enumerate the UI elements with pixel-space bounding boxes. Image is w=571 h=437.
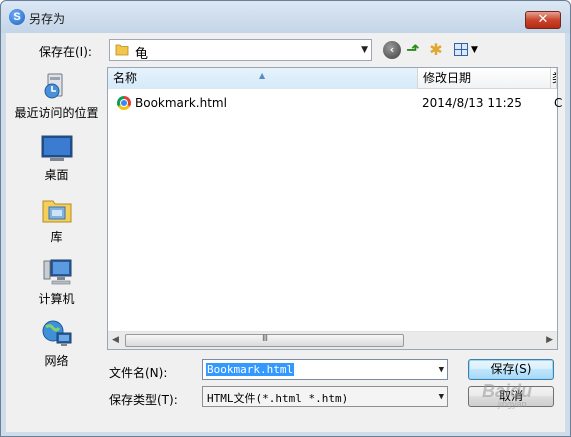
save-in-label: 保存在(I): [39,45,92,59]
save-button[interactable]: 保存(S) [468,359,554,380]
file-type-cell: C [554,96,563,110]
filetype-label: 保存类型(T): [109,393,178,407]
place-libraries[interactable]: 库 [9,195,104,245]
place-label: 库 [50,230,63,244]
save-in-combo[interactable]: 龟 ▼ [109,39,372,62]
computer-icon [40,257,74,287]
recent-places-icon [40,71,74,101]
column-header-modified[interactable]: 修改日期 [418,68,551,89]
window-title: 另存为 [29,12,66,26]
place-recent[interactable]: 最近访问的位置 [9,71,104,121]
filename-label: 文件名(N): [109,366,168,380]
scroll-right-icon[interactable]: ▶ [546,335,553,345]
scroll-left-icon[interactable]: ◀ [112,335,119,345]
chevron-down-icon: ▼ [471,45,478,55]
column-header-label: 类 [552,71,556,85]
desktop-icon [40,133,74,163]
sort-ascending-icon: ▲ [259,71,266,80]
file-row[interactable]: Bookmark.html 2014/8/13 11:25 C [108,93,562,113]
network-icon [40,319,74,349]
place-label: 网络 [44,354,69,368]
file-name: Bookmark.html [135,96,227,110]
filetype-select[interactable]: HTML文件(*.html *.htm) ▼ [202,386,448,407]
filename-value: Bookmark.html [206,363,295,376]
place-computer[interactable]: 计算机 [9,257,104,307]
column-header-label: 修改日期 [423,71,472,85]
place-label: 最近访问的位置 [14,106,99,120]
view-grid-icon [454,43,468,56]
file-list[interactable]: ▲ 名称 修改日期 类 Bookmark.html 2014/8/13 11:2… [107,67,562,350]
column-header-label: 名称 [113,71,138,85]
close-button[interactable]: ✕ [525,11,561,29]
new-folder-icon[interactable]: ✱ [427,41,445,59]
current-folder-name: 龟 [135,47,149,62]
chrome-icon [117,96,131,110]
chevron-down-icon[interactable]: ▼ [361,45,368,55]
save-as-dialog: S 另存为 ✕ 保存在(I): 龟 ▼ ‹ ⬏ ✱ ▼ 最近访问的位置 桌面 库… [0,0,571,437]
folder-icon [115,44,129,56]
libraries-icon [40,195,74,225]
app-logo-icon: S [9,9,25,25]
column-headers: ▲ 名称 修改日期 类 [108,68,557,89]
places-bar: 最近访问的位置 桌面 库 计算机 网络 [9,67,104,377]
file-modified-date: 2014/8/13 11:25 [422,96,522,110]
filetype-value: HTML文件(*.html *.htm) [207,392,349,405]
view-menu-icon[interactable]: ▼ [452,41,482,59]
column-header-type[interactable]: 类 [551,68,557,89]
dialog-body: 保存在(I): 龟 ▼ ‹ ⬏ ✱ ▼ 最近访问的位置 桌面 库 计算机 网络 … [6,33,565,432]
column-header-name[interactable]: ▲ 名称 [108,68,418,89]
chevron-down-icon[interactable]: ▼ [439,365,444,375]
place-desktop[interactable]: 桌面 [9,133,104,183]
up-folder-icon[interactable]: ⬏ [404,41,422,59]
place-network[interactable]: 网络 [9,319,104,369]
title-bar[interactable]: S 另存为 ✕ [1,1,570,33]
chevron-down-icon[interactable]: ▼ [439,392,444,402]
watermark-sub: jingyan [498,399,527,409]
place-label: 桌面 [44,168,69,182]
horizontal-scrollbar[interactable]: ◀ III ▶ [108,331,557,349]
back-icon[interactable]: ‹ [383,41,401,59]
place-label: 计算机 [38,292,75,306]
filename-input[interactable]: Bookmark.html ▼ [202,359,448,380]
scroll-thumb[interactable]: III [125,334,404,347]
